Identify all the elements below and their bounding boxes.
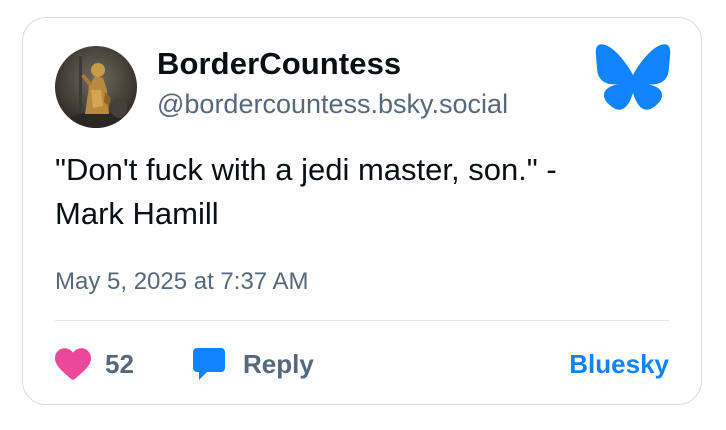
like-count: 52 bbox=[105, 348, 134, 379]
open-in-bluesky-link[interactable]: Bluesky bbox=[569, 344, 669, 384]
reply-label: Reply bbox=[243, 348, 314, 379]
avatar[interactable] bbox=[55, 46, 137, 128]
author-handle[interactable]: @bordercountess.bsky.social bbox=[157, 89, 508, 120]
author-name[interactable]: BorderCountess bbox=[157, 46, 401, 82]
bluesky-butterfly-icon[interactable] bbox=[594, 43, 672, 111]
speech-bubble-icon bbox=[191, 346, 227, 382]
post-text: "Don't fuck with a jedi master, son." - … bbox=[55, 152, 557, 231]
heart-icon bbox=[55, 348, 91, 380]
reply-button[interactable]: Reply bbox=[191, 344, 314, 384]
post-embed-card: BorderCountess @bordercountess.bsky.soci… bbox=[22, 17, 702, 405]
divider bbox=[55, 320, 669, 321]
avatar-image bbox=[55, 46, 137, 128]
post-footer: 52 Reply Bluesky bbox=[55, 344, 669, 384]
like-button[interactable]: 52 bbox=[55, 344, 134, 384]
post-timestamp[interactable]: May 5, 2025 at 7:37 AM bbox=[55, 268, 309, 296]
